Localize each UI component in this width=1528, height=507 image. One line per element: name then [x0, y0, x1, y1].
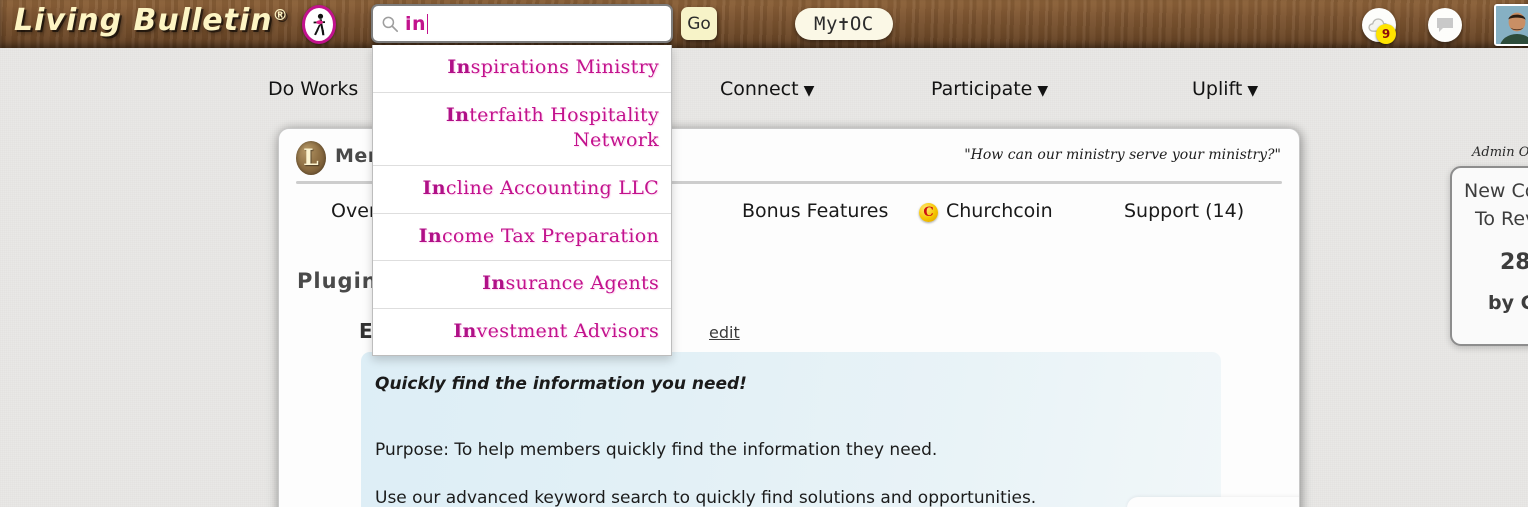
suggestion-rest: terfaith Hospitality Network	[469, 103, 659, 152]
nav-label: Uplift	[1192, 78, 1243, 100]
main-navigation: Do Works Connect ▼ Participate ▼ Uplift ▼	[0, 78, 1528, 114]
admin-line-2: To Review	[1475, 208, 1528, 230]
suggestion-item[interactable]: Inspirations Ministry	[373, 45, 671, 93]
suggestion-rest: surance Agents	[505, 272, 659, 295]
nav-item-uplift[interactable]: Uplift ▼	[1192, 78, 1258, 100]
admin-review-card[interactable]: New Content To Review 28 by Category	[1450, 166, 1528, 346]
panel-usage: Use our advanced keyword search to quick…	[375, 488, 1037, 507]
admin-byline: by Category	[1488, 292, 1528, 314]
panel-purpose: Purpose: To help members quickly find th…	[375, 440, 938, 460]
nav-item-do-works[interactable]: Do Works	[268, 78, 363, 100]
tab-support[interactable]: Support (14)	[1124, 200, 1244, 222]
suggestion-item[interactable]: Income Tax Preparation	[373, 214, 671, 262]
suggestion-rest: spirations Ministry	[470, 56, 659, 78]
nav-label: Connect	[720, 78, 799, 100]
suggestion-rest: come Tax Preparation	[441, 224, 659, 247]
text-caret	[427, 13, 429, 34]
suggestion-item[interactable]: Insurance Agents	[373, 261, 671, 309]
tab-churchcoin[interactable]: Churchcoin	[946, 200, 1053, 222]
feature-description-panel: Quickly find the information you need! P…	[361, 352, 1221, 507]
app-logo-text: Living Bulletin	[14, 3, 273, 38]
tab-bonus-features[interactable]: Bonus Features	[742, 200, 888, 222]
suggestion-item[interactable]: Interfaith Hospitality Network	[373, 93, 671, 166]
chat-bubble-icon[interactable]	[1428, 8, 1462, 42]
suggestion-prefix: In	[445, 103, 470, 126]
admin-only-label: Admin Only	[1472, 145, 1528, 160]
search-icon	[382, 16, 399, 32]
suggestion-prefix: In	[422, 176, 446, 199]
admin-count: 28	[1500, 250, 1528, 275]
chevron-down-icon: ▼	[1037, 83, 1049, 99]
chevron-down-icon: ▼	[803, 83, 815, 99]
admin-line-1: New Content	[1464, 180, 1528, 202]
member-badge-icon: L	[296, 141, 326, 175]
search-input[interactable]: in	[371, 4, 673, 43]
registered-mark: ®	[272, 6, 289, 24]
suggestion-rest: vestment Advisors	[476, 319, 659, 342]
myoc-button[interactable]: My✝OC	[795, 8, 893, 40]
search-go-button[interactable]: Go	[681, 7, 717, 40]
chevron-down-icon: ▼	[1247, 83, 1259, 99]
app-logo[interactable]: Living Bulletin®	[14, 3, 289, 38]
suggestion-prefix: In	[453, 319, 477, 342]
suggestion-item[interactable]: Investment Advisors	[373, 309, 671, 356]
churchcoin-icon: C	[919, 203, 938, 222]
nav-item-connect[interactable]: Connect ▼	[720, 78, 814, 100]
panel-headline: Quickly find the information you need!	[375, 374, 747, 394]
top-header-bar: Living Bulletin® in Go My✝OC 9	[0, 0, 1528, 48]
suggestion-prefix: In	[482, 272, 506, 295]
edit-link[interactable]: edit	[709, 323, 740, 342]
runner-icon[interactable]	[302, 5, 336, 44]
search-suggestions-dropdown: Inspirations Ministry Interfaith Hospita…	[372, 45, 672, 357]
demo-action-button[interactable]	[1127, 497, 1299, 507]
avatar[interactable]	[1494, 4, 1528, 46]
suggestion-prefix: In	[418, 224, 442, 247]
nav-label: Do Works	[268, 78, 359, 100]
nav-label: Participate	[931, 78, 1033, 100]
suggestion-prefix: In	[447, 56, 471, 78]
nav-item-participate[interactable]: Participate ▼	[931, 78, 1048, 100]
suggestion-rest: cline Accounting LLC	[445, 176, 659, 199]
suggestion-item[interactable]: Incline Accounting LLC	[373, 166, 671, 214]
notification-badge[interactable]: 9	[1376, 24, 1396, 44]
search-input-value: in	[405, 12, 427, 35]
card-tagline: "How can our ministry serve your ministr…	[964, 147, 1281, 163]
